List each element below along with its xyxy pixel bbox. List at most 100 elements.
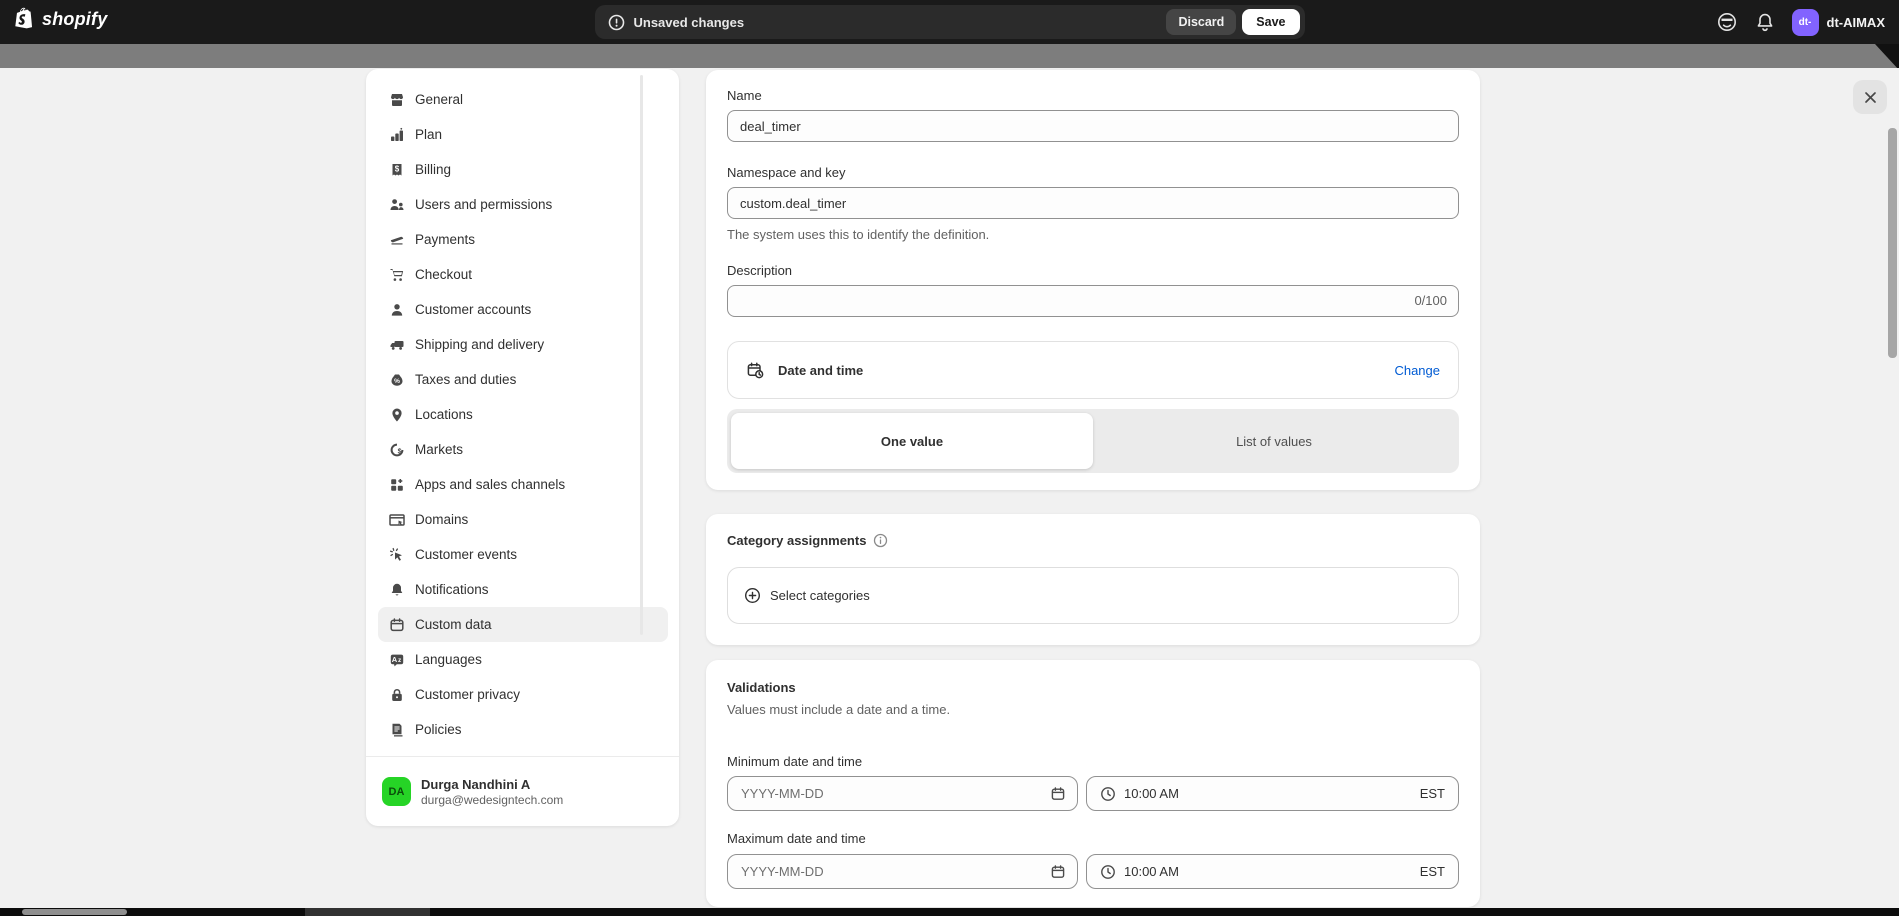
shopify-wordmark: shopify [42,9,107,30]
sidebar-item-customer-events[interactable]: Customer events [378,537,668,572]
alert-icon [608,14,625,31]
max-date-input[interactable] [728,855,1077,888]
sidebar-item-languages[interactable]: Az Languages [378,642,668,677]
clock-icon [1100,864,1116,880]
plan-chart-icon [388,126,405,143]
users-icon [388,196,405,213]
sidebar-item-shipping-and-delivery[interactable]: Shipping and delivery [378,327,668,362]
sidebar-item-plan[interactable]: Plan [378,117,668,152]
user-name: Durga Nandhini A [421,776,563,793]
horizontal-scrollbar-thumb[interactable] [22,909,127,915]
sidebar-item-label: Plan [415,127,442,142]
sidebar-item-markets[interactable]: $ Markets [378,432,668,467]
cart-icon [388,266,405,283]
sidebar-item-label: Payments [415,232,475,247]
sidebar-item-general[interactable]: General [378,82,668,117]
billing-receipt-icon: $ [388,161,405,178]
sidebar-item-billing[interactable]: $ Billing [378,152,668,187]
calendar-clock-icon [746,361,765,380]
sidebar-item-users-and-permissions[interactable]: Users and permissions [378,187,668,222]
sidebar-item-label: Billing [415,162,451,177]
metafield-definition-form: Name Namespace and key The system uses t… [706,70,1480,907]
translate-icon: Az [388,651,405,668]
close-settings-button[interactable] [1853,80,1887,114]
sidebar-item-custom-data[interactable]: Custom data [378,607,668,642]
category-assignments-title: Category assignments [727,533,866,548]
close-icon [1863,90,1878,105]
min-datetime-row: 10:00 AM EST [727,776,1459,811]
sidebar-item-label: Custom data [415,617,492,632]
sidebar-item-customer-accounts[interactable]: Customer accounts [378,292,668,327]
sidebar-item-label: Checkout [415,267,472,282]
change-type-link[interactable]: Change [1394,363,1440,378]
sidebar-item-label: Languages [415,652,482,667]
unsaved-changes-bar: Unsaved changes Discard Save [595,5,1305,39]
sidebar-item-label: Users and permissions [415,197,552,212]
svg-text:A: A [391,654,397,663]
truck-icon [388,336,405,353]
validations-subtitle: Values must include a date and a time. [727,702,1459,717]
sidebar-item-label: Domains [415,512,468,527]
bottom-bar-segment [305,908,430,916]
max-time-value: 10:00 AM [1124,864,1179,879]
store-name: dt-AIMAX [1827,15,1886,30]
unsaved-changes-label: Unsaved changes [634,15,745,30]
min-time-value: 10:00 AM [1124,786,1179,801]
browser-icon [388,511,405,528]
user-email: durga@wedesigntech.com [421,793,563,808]
sidebar-item-payments[interactable]: Payments [378,222,668,257]
sidebar-item-customer-privacy[interactable]: Customer privacy [378,677,668,712]
sidebar-item-domains[interactable]: Domains [378,502,668,537]
settings-modal: General Plan $ Billing Users and permiss… [0,68,1899,908]
sidebar-item-notifications[interactable]: Notifications [378,572,668,607]
save-button[interactable]: Save [1242,9,1299,35]
user-avatar: DA [382,777,411,806]
sidebar-item-locations[interactable]: Locations [378,397,668,432]
sidebar-item-label: Locations [415,407,473,422]
shopify-logo[interactable]: shopify [14,7,107,31]
max-time-input[interactable]: 10:00 AM EST [1086,854,1459,889]
name-label: Name [727,70,1459,103]
svg-text:$: $ [394,164,399,173]
sidebar-item-policies[interactable]: Policies [378,712,668,747]
page-scrollbar-thumb[interactable] [1888,128,1897,358]
sidebar-item-apps-and-sales-channels[interactable]: Apps and sales channels [378,467,668,502]
sidebar-user-footer[interactable]: DA Durga Nandhini A durga@wedesigntech.c… [366,756,679,826]
character-counter: 0/100 [1414,293,1447,308]
sidebar-item-label: Apps and sales channels [415,477,565,492]
payments-card-icon [388,231,405,248]
info-icon [873,533,888,548]
sidebar-item-checkout[interactable]: Checkout [378,257,668,292]
notifications-bell-icon[interactable] [1754,11,1776,33]
namespace-key-input[interactable] [727,187,1459,219]
min-datetime-label: Minimum date and time [727,754,1459,769]
sidebar-scrollbar[interactable] [640,75,643,635]
content-type-row: Date and time Change [727,341,1459,399]
definition-card: Name Namespace and key The system uses t… [706,70,1480,490]
content-type-name: Date and time [778,363,863,378]
bell-icon [388,581,405,598]
min-time-input[interactable]: 10:00 AM EST [1086,776,1459,811]
store-menu[interactable]: dt- dt-AIMAX [1792,9,1886,36]
discard-button[interactable]: Discard [1166,9,1236,35]
bottom-edge-bar [0,908,1899,916]
max-datetime-row: 10:00 AM EST [727,854,1459,889]
lock-icon [388,686,405,703]
select-categories-label: Select categories [770,588,870,603]
calendar-icon [1050,864,1066,880]
description-input[interactable] [727,285,1459,317]
topbar-right-cluster: dt- dt-AIMAX [1716,0,1886,44]
tab-list-of-values[interactable]: List of values [1093,413,1455,469]
max-datetime-label: Maximum date and time [727,831,1459,846]
min-date-input[interactable] [728,777,1077,810]
sidebar-item-label: Customer privacy [415,687,520,702]
min-timezone: EST [1420,786,1445,801]
tab-one-value[interactable]: One value [731,413,1093,469]
calendar-icon [1050,786,1066,802]
svg-text:%: % [394,378,400,385]
select-categories-button[interactable]: Select categories [727,567,1459,624]
name-input[interactable] [727,110,1459,142]
sidekick-assistant-icon[interactable] [1716,11,1738,33]
store-avatar: dt- [1792,9,1819,36]
sidebar-item-taxes-and-duties[interactable]: % Taxes and duties [378,362,668,397]
